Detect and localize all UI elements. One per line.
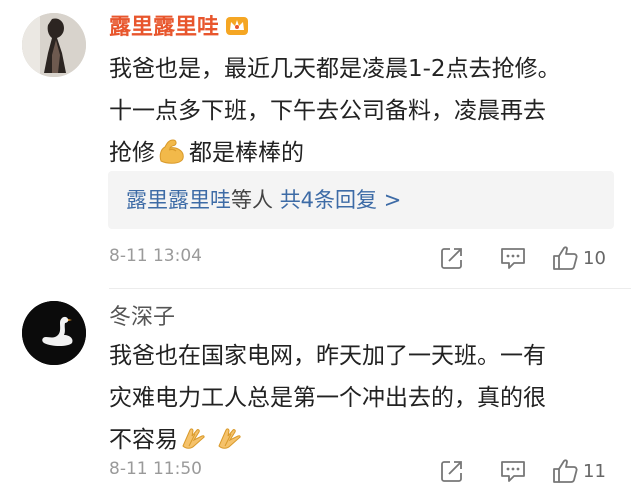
username-text[interactable]: 冬深子	[109, 305, 175, 330]
share-button[interactable]	[439, 455, 465, 487]
avatar[interactable]	[22, 301, 86, 365]
share-icon	[441, 248, 462, 269]
like-count: 11	[583, 460, 606, 482]
reply-summary[interactable]: 露里露里哇等人 共4条回复 >	[108, 171, 614, 229]
username[interactable]: 露里露里哇	[109, 14, 249, 42]
comment-button[interactable]	[499, 455, 527, 487]
content-line: 十一点多下班，下午去公司备料，凌晨再去	[109, 98, 546, 124]
comment-item: 露里露里哇 我爸也是，最近几天都是凌晨1-2点去抢修。 十一点多下班，下午去公司…	[0, 0, 631, 290]
comment-item: 冬深子 我爸也在国家电网，昨天加了一天班。一有 灾难电力工人总是第一个冲出去的，…	[0, 290, 631, 500]
crown-vip-icon	[225, 15, 249, 37]
username-text[interactable]: 露里露里哇	[109, 15, 219, 40]
username[interactable]: 冬深子	[109, 304, 175, 332]
content-text: 都是棒棒的	[189, 140, 304, 166]
comment-footer: 8-11 13:04 10	[109, 242, 614, 276]
like-count: 10	[583, 247, 606, 269]
comment-content: 我爸也是，最近几天都是凌晨1-2点去抢修。 十一点多下班，下午去公司备料，凌晨再…	[109, 48, 614, 179]
content-line: 我爸也是，最近几天都是凌晨1-2点去抢修。	[109, 56, 561, 82]
comment-icon	[501, 461, 525, 482]
thumbs-up-icon	[553, 246, 578, 270]
like-button[interactable]: 10	[551, 242, 606, 274]
avatar-image	[22, 301, 86, 365]
share-button[interactable]	[439, 242, 465, 274]
timestamp: 8-11 13:04	[109, 246, 202, 266]
content-line: 灾难电力工人总是第一个冲出去的，真的很	[109, 385, 546, 411]
avatar[interactable]	[22, 13, 86, 77]
comment-divider	[109, 288, 631, 289]
comment-footer: 8-11 11:50 11	[109, 455, 614, 489]
content-text: 不容易	[109, 427, 178, 453]
reply-usernames[interactable]: 露里露里哇	[126, 188, 231, 212]
comment-button[interactable]	[499, 242, 527, 274]
avatar-image	[22, 13, 86, 77]
like-button[interactable]: 11	[551, 455, 606, 487]
reply-others-label: 等人	[231, 188, 273, 212]
comment-icon	[501, 248, 525, 269]
reply-summary-text[interactable]: 露里露里哇等人 共4条回复 >	[126, 185, 401, 215]
comment-content: 我爸也在国家电网，昨天加了一天班。一有 灾难电力工人总是第一个冲出去的，真的很 …	[109, 335, 614, 466]
reply-count-link[interactable]: 共4条回复 >	[280, 188, 402, 212]
content-text: 抢修	[109, 140, 155, 166]
content-line: 我爸也在国家电网，昨天加了一天班。一有	[109, 343, 546, 369]
share-icon	[441, 461, 462, 482]
thumbs-up-icon	[553, 459, 578, 483]
timestamp: 8-11 11:50	[109, 459, 202, 479]
